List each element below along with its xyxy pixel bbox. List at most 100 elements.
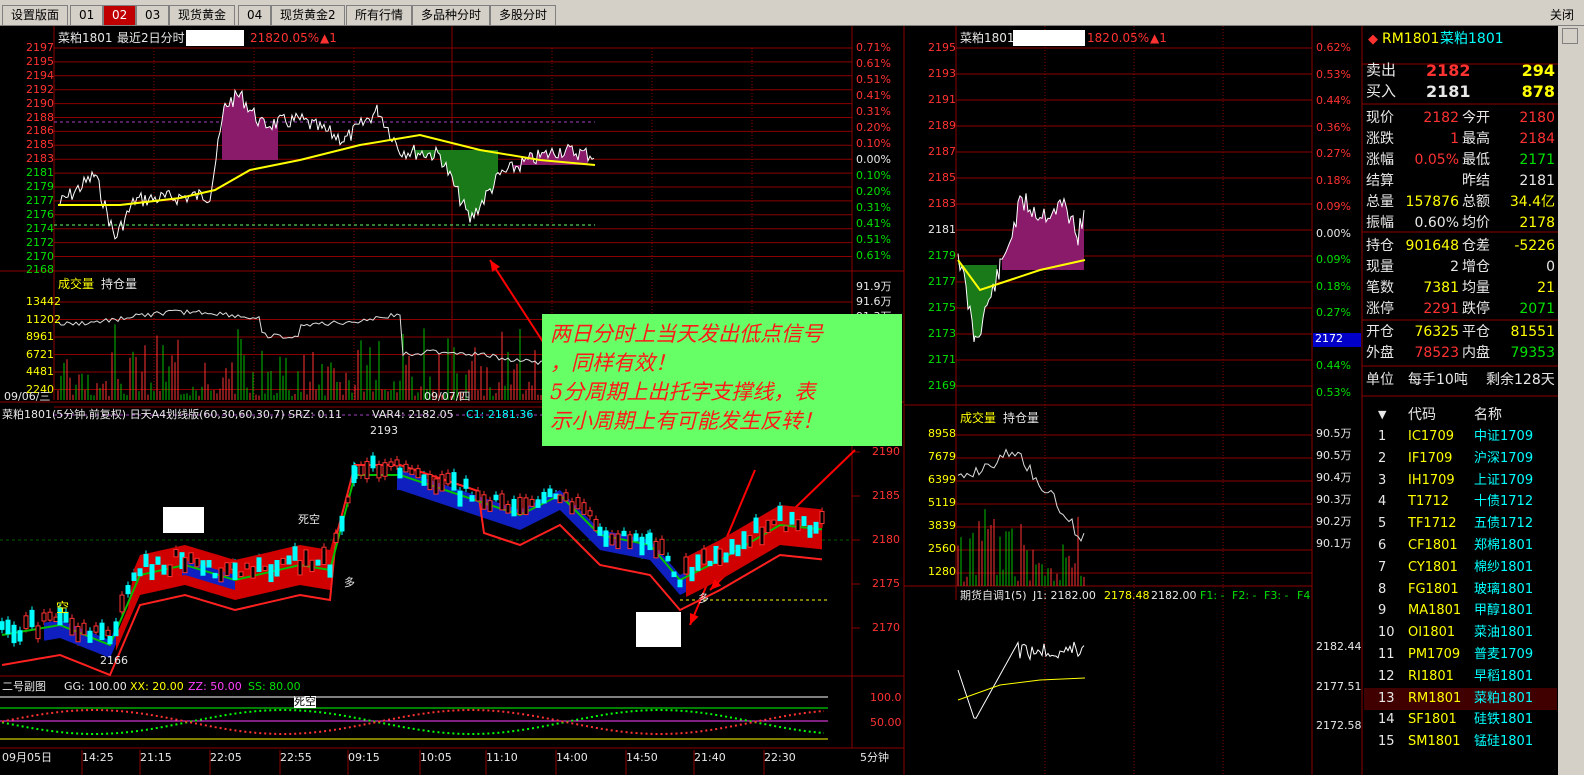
list-item[interactable]: 2 IF1709 沪深1709 <box>1364 448 1557 470</box>
candle <box>238 571 244 577</box>
tab-bar: 设置版面 01 02 03 现货黄金 04 现货黄金2 所有行情 多品种分时 多… <box>0 0 1584 26</box>
tab-layout[interactable]: 设置版面 <box>2 5 69 25</box>
list-item[interactable]: 9 MA1801 甲醇1801 <box>1364 600 1557 622</box>
qihuo-f1: F1: - <box>1200 589 1225 602</box>
period-label[interactable]: 5分钟 <box>860 752 889 764</box>
candle <box>683 556 689 575</box>
list-header-code[interactable]: 代码 <box>1408 404 1436 426</box>
list-item[interactable]: 11 PM1709 普麦1709 <box>1364 644 1557 666</box>
candle <box>795 519 801 532</box>
today-pct: 0.05% <box>1111 31 1150 45</box>
list-header-name[interactable]: 名称 <box>1474 404 1502 426</box>
sell-volume: 294 <box>1521 61 1555 80</box>
candle <box>358 464 364 476</box>
today-vr-tick: 90.5万 <box>1316 427 1352 440</box>
twoday-vl-tick: 4481 <box>26 365 54 378</box>
list-item[interactable]: 6 CF1801 郑棉1801 <box>1364 535 1557 557</box>
list-index: 11 <box>1378 647 1395 662</box>
quote-sell: 卖出 2182 294 <box>1364 60 1557 81</box>
candle <box>280 557 286 565</box>
sort-icon[interactable]: ▼ <box>1378 404 1386 426</box>
candle <box>397 467 403 479</box>
candle <box>621 530 627 537</box>
quote-cell: 持仓 <box>1366 238 1394 254</box>
candle <box>563 492 569 502</box>
list-code: CF1801 <box>1408 538 1458 553</box>
candle <box>105 629 111 637</box>
quote-cell: 7381 <box>1423 280 1459 296</box>
candle <box>113 621 119 637</box>
candle <box>813 521 819 534</box>
today-yl-tick: 2185 <box>928 171 956 184</box>
tab-all-quotes[interactable]: 所有行情 <box>346 5 413 25</box>
tab-multi-intraday[interactable]: 多品种分时 <box>412 5 491 25</box>
candle <box>0 621 5 630</box>
twoday-yl-tick: 2186 <box>26 124 54 138</box>
list-index: 4 <box>1378 494 1387 510</box>
candle <box>777 505 783 522</box>
tab-01[interactable]: 01 <box>70 5 104 25</box>
candle <box>188 552 194 564</box>
candle <box>17 630 23 642</box>
today-yr-tick: 0.53% <box>1316 67 1351 81</box>
tab-02[interactable]: 02 <box>103 5 137 25</box>
candle <box>671 571 677 578</box>
quote-cell: 笔数 <box>1366 280 1394 296</box>
candle <box>469 495 475 502</box>
list-index: 10 <box>1378 625 1395 641</box>
tab-multi-stock-intraday[interactable]: 多股分时 <box>490 5 557 25</box>
candle <box>99 622 105 640</box>
candle <box>11 624 17 644</box>
tab-04[interactable]: 04 <box>238 5 272 25</box>
candle <box>274 560 280 577</box>
qihuo-y-3: 2172.58 <box>1316 719 1362 732</box>
list-item[interactable]: 3 IH1709 上证1709 <box>1364 470 1557 492</box>
close-button[interactable]: 关闭 <box>1550 6 1574 23</box>
list-item[interactable]: 7 CY1801 棉纱1801 <box>1364 557 1557 579</box>
list-name: 沪深1709 <box>1474 450 1534 466</box>
list-item[interactable]: 15 SM1801 锰硅1801 <box>1364 731 1557 753</box>
list-item[interactable]: 4 T1712 十债1712 <box>1364 491 1557 513</box>
quote-name: 菜粕1801 <box>1440 31 1504 47</box>
scroll-up-arrow[interactable] <box>1562 28 1578 44</box>
tab-03[interactable]: 03 <box>136 5 170 25</box>
candle <box>475 490 481 502</box>
candle <box>382 462 388 477</box>
candle <box>137 568 143 577</box>
list-item[interactable]: 10 OI1801 菜油1801 <box>1364 622 1557 644</box>
list-name: 菜粕1801 <box>1474 690 1534 706</box>
tab-spot-gold-2[interactable]: 现货黄金2 <box>271 5 345 25</box>
twoday-oi-line <box>57 309 593 367</box>
candle <box>627 534 633 550</box>
k5-yr-tick: 2185 <box>872 489 900 502</box>
list-item[interactable]: 5 TF1712 五债1712 <box>1364 513 1557 535</box>
list-name: 郑棉1801 <box>1474 538 1534 553</box>
quote-row: 笔数 7381 均量 21 <box>1364 278 1557 299</box>
sub-zz: ZZ: 50.00 <box>188 680 242 693</box>
tab-spot-gold[interactable]: 现货黄金 <box>169 5 236 25</box>
today-vr-tick: 90.1万 <box>1316 537 1352 550</box>
list-item[interactable]: 12 RI1801 早稻1801 <box>1364 666 1557 688</box>
candle <box>759 526 765 546</box>
candle <box>256 557 262 573</box>
list-index: 9 <box>1378 603 1387 619</box>
today-yr-tick: 0.53% <box>1316 385 1351 399</box>
scrollbar[interactable] <box>1558 26 1584 775</box>
k5-yr-tick: 2180 <box>872 533 900 546</box>
candle <box>421 474 427 486</box>
list-name: 普麦1709 <box>1474 647 1534 662</box>
candle <box>292 546 298 561</box>
list-item[interactable]: 14 SF1801 硅铁1801 <box>1364 709 1557 731</box>
list-code: IF1709 <box>1408 450 1453 466</box>
quote-cell: 振幅 <box>1366 215 1394 231</box>
candle <box>523 497 529 516</box>
list-item[interactable]: 8 FG1801 玻璃1801 <box>1364 579 1557 601</box>
list-name: 硅铁1801 <box>1474 712 1534 728</box>
today-yr-tick: 0.44% <box>1316 359 1351 372</box>
list-item[interactable]: 1 IC1709 中证1709 <box>1364 426 1557 448</box>
twoday-yr-tick: 0.20% <box>856 121 891 134</box>
redaction-box <box>636 612 681 647</box>
list-item[interactable]: 13 RM1801 菜粕1801 <box>1364 687 1557 710</box>
quote-cell: 79353 <box>1510 345 1555 361</box>
candle <box>218 567 224 583</box>
